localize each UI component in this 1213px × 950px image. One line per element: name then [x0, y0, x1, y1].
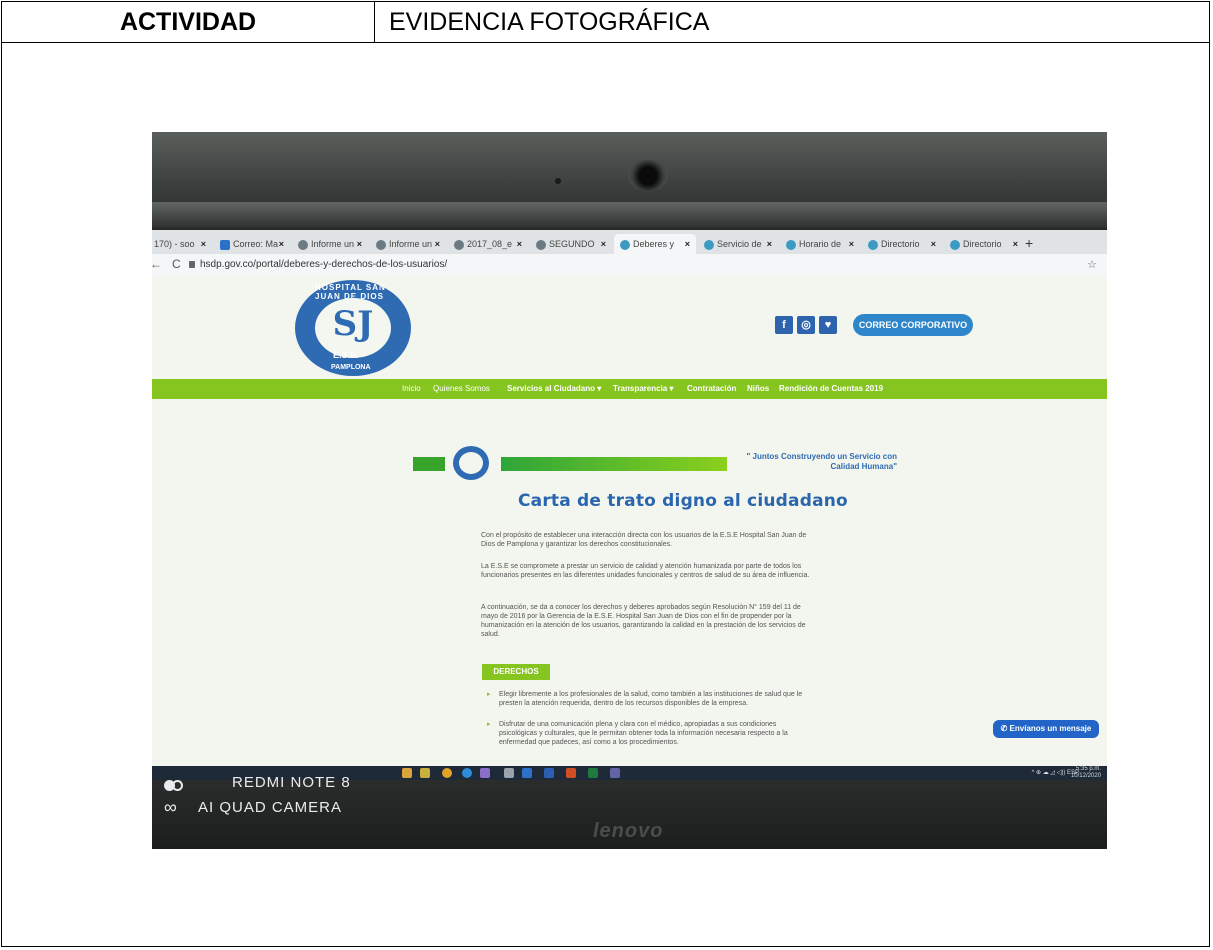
list-item: Elegir libremente a los profesionales de… [487, 690, 814, 708]
infinity-icon: ∞ [164, 797, 177, 817]
close-icon[interactable]: × [201, 234, 206, 254]
activity-header: ACTIVIDAD [2, 2, 375, 42]
close-icon[interactable]: × [357, 234, 362, 254]
globe-icon [376, 239, 386, 250]
instagram-icon[interactable]: ◎ [797, 316, 815, 334]
slogan: " Juntos Construyendo un Servicio con Ca… [746, 452, 897, 471]
tab-4[interactable]: Informe un × [370, 234, 446, 254]
chrome-icon[interactable] [442, 768, 452, 778]
edge-icon[interactable] [462, 768, 472, 778]
site-nav: Inicio Quienes Somos Servicios al Ciudad… [152, 379, 1107, 399]
teams-icon[interactable] [610, 768, 620, 778]
browser-tab-bar: 170) - soo × Correo: Ma × Informe un × Info… [152, 230, 1107, 254]
close-icon[interactable]: × [849, 234, 854, 254]
powerpoint-icon[interactable] [566, 768, 576, 778]
tab-3[interactable]: Informe un × [292, 234, 368, 254]
close-icon[interactable]: × [685, 234, 690, 254]
file-explorer-icon[interactable] [402, 768, 412, 778]
tab-10[interactable]: Directorio × [862, 234, 942, 254]
site-icon [950, 239, 960, 250]
banner-logo [453, 446, 489, 480]
globe-icon [536, 239, 546, 250]
page-title: Carta de trato digno al ciudadano [518, 491, 848, 511]
webcam-icon [628, 160, 668, 192]
close-icon[interactable]: × [767, 234, 772, 254]
close-icon[interactable]: × [517, 234, 522, 254]
nav-servicios[interactable]: Servicios al Ciudadano ▾ [507, 379, 601, 399]
back-arrow-icon[interactable]: ← [152, 257, 162, 271]
bookmark-star-icon[interactable]: ☆ [1087, 258, 1097, 271]
site-icon [620, 239, 630, 250]
camera-watermark-line2: AI QUAD CAMERA [198, 799, 343, 816]
site-icon [704, 239, 714, 250]
paragraph-1: Con el propósito de establecer una inter… [481, 532, 807, 548]
reload-icon[interactable]: C [172, 257, 181, 271]
nav-contratacion[interactable]: Contratación [687, 379, 736, 399]
paragraph-2: La E.S.E se compromete a prestar un serv… [481, 563, 810, 579]
twitter-icon[interactable]: ♥ [819, 316, 837, 334]
app-icon[interactable] [504, 768, 514, 778]
site-icon [868, 239, 878, 250]
globe-icon [454, 239, 464, 250]
lenovo-logo: lenovo [593, 820, 664, 842]
mail-icon[interactable] [522, 768, 532, 778]
list-item: Disfrutar de una comunicación plena y cl… [487, 720, 814, 747]
outlook-icon [220, 239, 230, 250]
tab-6[interactable]: SEGUNDO × [530, 234, 612, 254]
photo-evidence-header: EVIDENCIA FOTOGRÁFICA [389, 8, 710, 36]
close-icon[interactable]: × [1013, 234, 1018, 254]
nav-inicio[interactable]: Inicio [402, 379, 421, 399]
web-page: HOSPITAL SAN JUAN DE DIOS SJ E.S.E. PAMP… [152, 276, 1107, 766]
send-message-button[interactable]: ✆ Envíanos un mensaje [993, 720, 1099, 738]
nav-ninos[interactable]: Niños [747, 379, 769, 399]
new-tab-button[interactable]: + [1025, 234, 1033, 252]
address-bar: ← C hsdp.gov.co/portal/deberes-y-derecho… [152, 254, 1107, 277]
tab-1[interactable]: 170) - soo × [152, 234, 212, 254]
excel-icon[interactable] [588, 768, 598, 778]
site-icon [786, 239, 796, 250]
app-icon[interactable] [480, 768, 490, 778]
nav-quienes-somos[interactable]: Quienes Somos [433, 379, 490, 399]
nav-transparencia[interactable]: Transparencia ▾ [613, 379, 674, 399]
globe-icon [298, 239, 308, 250]
table-header-row: ACTIVIDAD EVIDENCIA FOTOGRÁFICA [2, 2, 1209, 43]
tab-5[interactable]: 2017_08_e × [448, 234, 528, 254]
url-field[interactable]: hsdp.gov.co/portal/deberes-y-derechos-de… [200, 259, 447, 270]
laptop-screen: 170) - soo × Correo: Ma × Informe un × Info… [152, 230, 1107, 766]
paragraph-3: A continuación, se da a conocer los dere… [481, 604, 806, 638]
close-icon[interactable]: × [931, 234, 936, 254]
facebook-icon[interactable]: f [775, 316, 793, 334]
tab-2[interactable]: Correo: Ma × [214, 234, 290, 254]
corporate-mail-button[interactable]: CORREO CORPORATIVO [853, 314, 973, 336]
word-icon[interactable] [544, 768, 554, 778]
evidence-photo: 170) - soo × Correo: Ma × Informe un × Info… [152, 132, 1107, 849]
close-icon[interactable]: × [435, 234, 440, 254]
chart-app-icon[interactable] [420, 768, 430, 778]
lock-icon [189, 261, 195, 268]
close-icon[interactable]: × [279, 234, 284, 254]
clock[interactable]: 5:35 p.m. 10/12/2020 [1071, 766, 1101, 780]
tab-7-active[interactable]: Deberes y × [614, 234, 696, 254]
close-icon[interactable]: × [601, 234, 606, 254]
derechos-label: DERECHOS [482, 664, 550, 680]
tab-9[interactable]: Horario de × [780, 234, 860, 254]
nav-rendicion[interactable]: Rendición de Cuentas 2019 [779, 379, 883, 399]
tab-11[interactable]: Directorio × [944, 234, 1024, 254]
camera-logo-icon [164, 777, 183, 795]
camera-watermark-line1: REDMI NOTE 8 [232, 774, 351, 791]
hospital-logo[interactable]: HOSPITAL SAN JUAN DE DIOS SJ E.S.E. PAMP… [295, 280, 411, 376]
tab-8[interactable]: Servicio de × [698, 234, 778, 254]
